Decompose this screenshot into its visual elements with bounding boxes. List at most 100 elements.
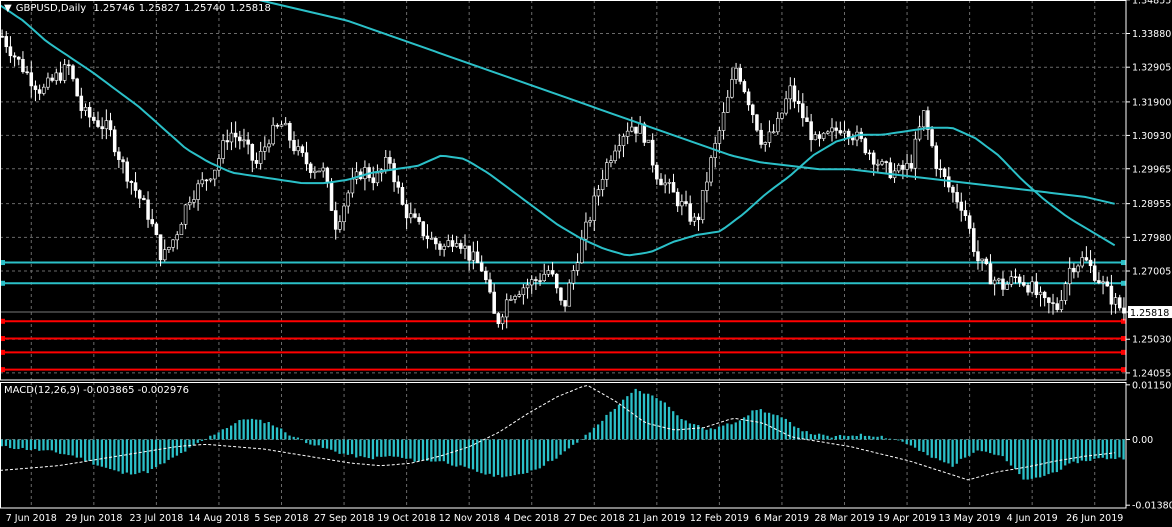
- macd-bar: [630, 392, 633, 440]
- macd-bar: [484, 439, 487, 475]
- candle-body: [888, 162, 893, 179]
- macd-bar: [659, 400, 662, 440]
- macd-bar: [496, 439, 500, 475]
- macd-bar: [338, 439, 341, 454]
- macd-bar: [901, 439, 904, 442]
- macd-bar: [267, 422, 270, 440]
- candle-body: [96, 120, 100, 127]
- macd-bar: [246, 419, 249, 440]
- macd-bar: [426, 439, 429, 461]
- candle-body: [959, 201, 964, 211]
- candle-body: [517, 294, 521, 297]
- macd-bar: [918, 439, 921, 451]
- macd-bar: [363, 439, 366, 458]
- candle-body: [826, 131, 830, 134]
- macd-bar: [626, 396, 629, 440]
- candle-body: [700, 190, 705, 221]
- macd-bar: [67, 439, 70, 456]
- macd-bar: [150, 439, 154, 469]
- macd-bar: [146, 439, 149, 474]
- candle-body: [901, 164, 905, 170]
- macd-bar: [417, 439, 420, 462]
- macd-bar: [672, 411, 675, 440]
- macd-bar: [1076, 439, 1079, 464]
- candle-body: [296, 146, 300, 152]
- macd-signal-line: [0, 384, 1115, 481]
- macd-bar: [1018, 439, 1021, 475]
- candle-body: [350, 178, 355, 194]
- candle-body: [1026, 285, 1030, 293]
- macd-bar: [772, 414, 775, 440]
- candle-body: [133, 182, 138, 191]
- candle-body: [288, 122, 292, 141]
- candle-body: [1101, 281, 1105, 284]
- macd-bar: [92, 439, 95, 465]
- macd-bar: [584, 434, 587, 440]
- candle-body: [446, 240, 451, 247]
- price-levels: [0, 260, 1126, 373]
- macd-bar: [872, 436, 875, 440]
- macd-bar: [876, 436, 879, 440]
- macd-bar: [375, 439, 379, 457]
- candle-body: [655, 164, 659, 180]
- macd-bar: [100, 439, 104, 467]
- candle-body: [1084, 257, 1089, 261]
- y-tick-label: 1.27005: [1132, 267, 1171, 278]
- candle-body: [688, 203, 692, 222]
- candle-body: [363, 167, 367, 180]
- x-tick-label: 27 Dec 2018: [564, 513, 625, 524]
- candle-body: [200, 179, 205, 185]
- candle-body: [1097, 280, 1101, 284]
- candle-body: [1013, 276, 1018, 278]
- candle-body: [158, 234, 163, 261]
- candle-body: [671, 182, 676, 193]
- macd-bar: [288, 435, 291, 440]
- macd-bar: [492, 439, 496, 477]
- collapse-triangle-icon[interactable]: ▼: [4, 3, 12, 14]
- macd-bar: [33, 439, 37, 450]
- candle-body: [838, 130, 843, 134]
- macd-bar: [409, 439, 412, 459]
- macd-bar: [1084, 439, 1088, 462]
- macd-bar: [442, 439, 445, 462]
- macd-bar: [605, 414, 608, 440]
- x-tick-label: 19 Oct 2018: [377, 513, 436, 524]
- macd-bar: [863, 435, 867, 440]
- macd-bar: [371, 439, 375, 460]
- candle-body: [371, 177, 376, 184]
- macd-bar: [242, 419, 245, 440]
- candle-body: [129, 180, 134, 183]
- candle-body: [967, 215, 972, 229]
- candle-body: [667, 182, 672, 184]
- candle-body: [1088, 259, 1093, 267]
- candle-body: [534, 279, 538, 281]
- macd-bar: [588, 432, 591, 440]
- candle-body: [921, 110, 926, 128]
- candle-body: [1080, 257, 1084, 267]
- y-tick-label: 1.29965: [1132, 164, 1171, 175]
- macd-bar: [893, 439, 896, 440]
- candle-body: [221, 140, 225, 159]
- candle-body: [1055, 303, 1059, 310]
- macd-bar: [63, 439, 66, 455]
- macd-bar: [909, 439, 913, 446]
- macd-bar: [818, 433, 821, 440]
- macd-bar: [317, 439, 320, 446]
- macd-bar: [926, 439, 929, 456]
- macd-bar: [1068, 439, 1071, 464]
- level-handle: [1121, 349, 1126, 355]
- moving-average-line: [0, 4, 1116, 257]
- macd-bar: [726, 423, 729, 440]
- candle-body: [17, 56, 21, 60]
- macd-bar: [342, 439, 345, 454]
- candle-body: [62, 64, 67, 81]
- candle-body: [521, 287, 526, 295]
- macd-bar: [888, 438, 892, 440]
- candle-body: [1042, 291, 1047, 299]
- candle-body: [709, 157, 713, 183]
- macd-bar: [847, 436, 850, 440]
- candle-body: [1092, 265, 1097, 281]
- y-tick-label: 1.30930: [1132, 131, 1171, 142]
- candle-body: [596, 189, 601, 197]
- candle-body: [525, 284, 530, 289]
